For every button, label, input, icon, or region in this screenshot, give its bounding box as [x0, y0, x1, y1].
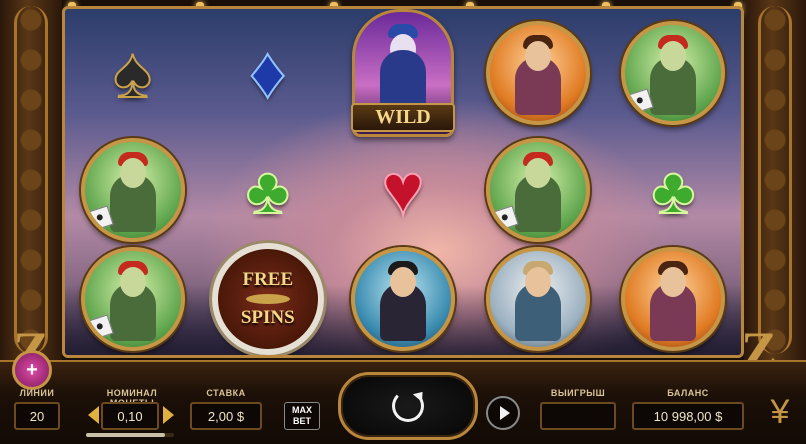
- autoplay-button[interactable]: [486, 396, 520, 430]
- reel-1-row-1: ♠: [65, 9, 200, 137]
- wild-label: WILD: [350, 103, 455, 132]
- spin-arrow-icon: [392, 390, 424, 422]
- joker-symbol: [80, 138, 185, 242]
- coin-level-bar: [86, 433, 174, 437]
- reel-4-row-2: [471, 137, 606, 243]
- bet-value: 2,00 $: [190, 402, 262, 430]
- gambler-symbol: [350, 247, 455, 351]
- reel-3-row-1: WILD: [335, 9, 470, 137]
- reel-5-row-1: [606, 9, 741, 137]
- reel-2-row-3: FREE SPINS: [200, 243, 335, 355]
- balance-value: 10 998,00 $: [632, 402, 744, 430]
- bet-label: СТАВКА: [206, 388, 246, 398]
- lines-value: 20: [14, 402, 60, 430]
- reel-3-row-3: [335, 243, 470, 355]
- reel-1-row-2: [65, 137, 200, 243]
- yggdrasil-logo-icon: ¥: [770, 393, 790, 431]
- spin-button[interactable]: [338, 372, 478, 440]
- wild-symbol: WILD: [350, 9, 455, 137]
- club-symbol-icon: ♣: [651, 153, 696, 227]
- joker-symbol: [80, 247, 185, 351]
- menu-plus-button[interactable]: +: [12, 350, 52, 390]
- poker-player-symbol: [486, 247, 591, 351]
- lines-label: ЛИНИИ: [19, 388, 55, 398]
- balance-label: БАЛАНС: [667, 388, 709, 398]
- joker-symbol: [621, 21, 726, 125]
- reel-1-row-3: [65, 243, 200, 355]
- joker-symbol: [486, 138, 591, 242]
- win-label: ВЫИГРЫШ: [550, 388, 606, 398]
- reel-5-row-2: ♣: [606, 137, 741, 243]
- reel-2-row-2: ♣: [200, 137, 335, 243]
- max-bet-button[interactable]: MAX BET: [284, 402, 320, 430]
- coin-decrease-arrow-icon[interactable]: [88, 406, 99, 424]
- reel-window: ♠ ♦ WILD ♣ ♥ ♣ FREE SPINS: [62, 6, 744, 358]
- free-spins-label-top: FREE: [242, 269, 294, 291]
- coin-value: 0,10: [101, 402, 159, 430]
- free-spins-label-bottom: SPINS: [240, 307, 295, 328]
- coin-level-fill: [86, 433, 166, 437]
- airship-icon: [245, 294, 290, 304]
- reel-3-row-2: ♥: [335, 137, 470, 243]
- spade-symbol-icon: ♠: [112, 33, 152, 113]
- right-ornate-frame: [744, 0, 806, 360]
- reel-4-row-1: [471, 9, 606, 137]
- left-ornate-frame: [0, 0, 62, 360]
- reel-5-row-3: [606, 243, 741, 355]
- max-bet-line1: MAX: [292, 405, 312, 415]
- coin-increase-arrow-icon[interactable]: [163, 406, 174, 424]
- diamond-symbol-icon: ♦: [248, 33, 287, 113]
- reel-2-row-1: ♦: [200, 9, 335, 137]
- free-spins-symbol: FREE SPINS: [211, 243, 324, 355]
- pirate-symbol: [621, 247, 726, 351]
- max-bet-line2: BET: [293, 416, 311, 426]
- club-symbol-icon: ♣: [245, 153, 290, 227]
- win-value: [540, 402, 616, 430]
- reel-4-row-3: [471, 243, 606, 355]
- reel-grid: ♠ ♦ WILD ♣ ♥ ♣ FREE SPINS: [65, 9, 741, 355]
- pirate-symbol: [486, 21, 591, 125]
- heart-symbol-icon: ♥: [381, 150, 426, 230]
